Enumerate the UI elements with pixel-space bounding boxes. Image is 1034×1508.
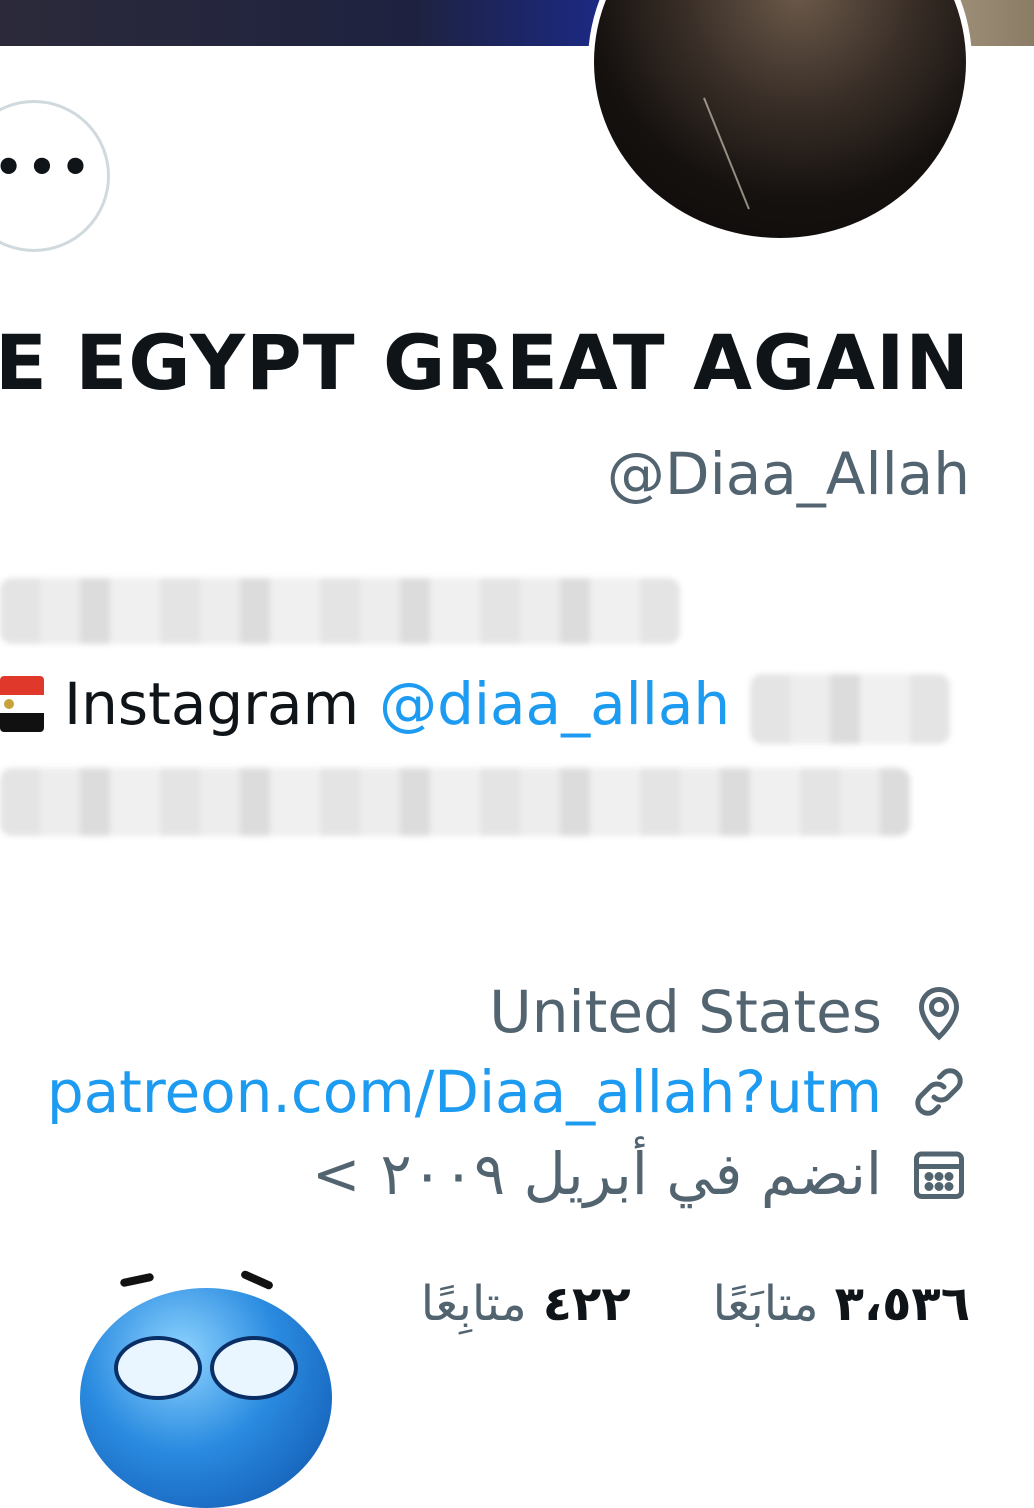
bio-instagram-line: Instagram @diaa_allah — [0, 664, 730, 744]
instagram-label: Instagram — [64, 670, 360, 738]
blue-face-emoji-icon — [80, 1288, 332, 1508]
followers-count: ٤٢٢ — [542, 1276, 631, 1332]
emoji-brow-right — [239, 1269, 275, 1291]
more-options-label: ••• — [0, 140, 95, 194]
location-pin-icon — [906, 979, 972, 1045]
following-label: متابَعًا — [712, 1276, 819, 1332]
emoji-brow-left — [119, 1272, 155, 1288]
profile-website[interactable]: patreon.com/Diaa_allah?utm — [47, 1058, 972, 1126]
followers-stat-link[interactable]: ٤٢٢ متابِعًا — [421, 1276, 631, 1332]
link-icon — [906, 1059, 972, 1125]
egypt-flag-icon — [0, 676, 44, 732]
display-name: E EGYPT GREAT AGAIN — [0, 318, 970, 407]
profile-location: United States — [489, 978, 972, 1046]
profile-joined-date: < انضم في أبريل ٢٠٠٩ — [312, 1140, 972, 1208]
more-options-button[interactable]: ••• — [0, 100, 110, 252]
blurred-bio-line — [750, 674, 950, 744]
following-stat-link[interactable]: ٣،٥٣٦ متابَعًا — [713, 1276, 970, 1332]
joined-text: انضم في أبريل ٢٠٠٩ — [380, 1140, 882, 1208]
emoji-eye-left — [114, 1336, 202, 1400]
website-link[interactable]: patreon.com/Diaa_allah?utm — [47, 1058, 882, 1126]
profile-handle: @Diaa_Allah — [606, 440, 970, 508]
blurred-bio-line — [0, 768, 910, 836]
calendar-icon — [906, 1141, 972, 1207]
following-count: ٣،٥٣٦ — [834, 1276, 970, 1332]
emoji-eye-right — [210, 1336, 298, 1400]
chevron-left-icon: < — [311, 1140, 361, 1208]
location-text: United States — [489, 978, 882, 1046]
avatar[interactable] — [588, 0, 972, 244]
instagram-mention-link[interactable]: @diaa_allah — [379, 670, 730, 738]
follow-stats: ٣،٥٣٦ متابَعًا ٤٢٢ متابِعًا — [339, 1276, 970, 1332]
followers-label: متابِعًا — [420, 1276, 527, 1332]
blurred-bio-line — [0, 578, 680, 644]
